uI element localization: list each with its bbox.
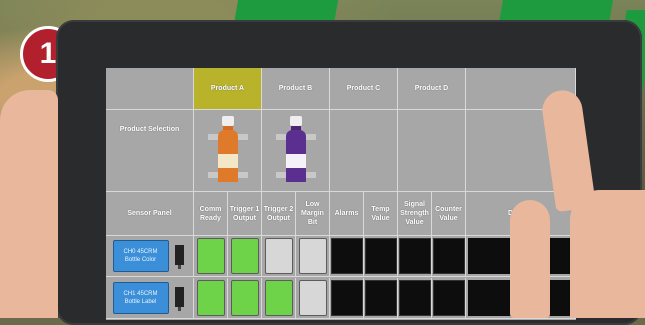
- counter-value-box: [432, 280, 465, 316]
- product-b-bottle-icon: [275, 115, 316, 182]
- comm-ready-header: Comm Ready: [194, 192, 228, 236]
- comm-ready-indicator: [196, 280, 225, 316]
- counter-value-cell: [432, 278, 466, 319]
- product-c-header[interactable]: Product C: [330, 68, 398, 110]
- product-a-header[interactable]: Product A: [194, 68, 262, 110]
- comm-ready-cell: [194, 278, 228, 319]
- product-b-image-cell[interactable]: [262, 110, 330, 192]
- trigger1-cell: [228, 236, 262, 277]
- alarms-value-box: [330, 238, 363, 274]
- product-a-image-cell[interactable]: [194, 110, 262, 192]
- trigger2-cell: [262, 278, 296, 319]
- signal-strength-box: [398, 280, 431, 316]
- sensor-desc: Bottle Label: [124, 299, 157, 305]
- product-b-header[interactable]: Product B: [262, 68, 330, 110]
- left-hand: [0, 90, 58, 318]
- signal-strength-header: Signal Strength Value: [398, 192, 432, 236]
- right-hand-touch-finger: [510, 200, 550, 318]
- sensor-name: CH1 45CRM: [123, 291, 158, 297]
- low-margin-cell: [296, 278, 330, 319]
- hmi-screen: Product A Product B Product C Product D …: [106, 68, 576, 320]
- counter-value-box: [432, 238, 465, 274]
- trigger1-indicator: [230, 280, 259, 316]
- counter-value-cell: [432, 236, 466, 277]
- low-margin-header: Low Margin Bit: [296, 192, 330, 236]
- signal-strength-cell: [398, 236, 432, 277]
- comm-ready-cell: [194, 236, 228, 277]
- sensor-panel-cell: CH1 45CRM Bottle Label: [106, 278, 194, 319]
- comm-ready-indicator: [196, 238, 225, 274]
- product-a-bottle-icon: [207, 115, 248, 182]
- trigger2-indicator: [264, 238, 293, 274]
- counter-value-header: Counter Value: [432, 192, 466, 236]
- product-d-header[interactable]: Product D: [398, 68, 466, 110]
- sensor-device-icon: [174, 245, 184, 269]
- temp-value-header: Temp Value: [364, 192, 398, 236]
- sensor-desc: Bottle Color: [124, 257, 157, 263]
- alarms-cell: [330, 236, 364, 277]
- temp-value-box: [364, 280, 397, 316]
- right-hand-palm: [570, 190, 645, 318]
- sensor-row: CH1 45CRM Bottle Label 23: [106, 278, 576, 319]
- sensor-ch1-button[interactable]: CH1 45CRM Bottle Label: [112, 282, 169, 314]
- temp-value-cell: [364, 236, 398, 277]
- sensor-row: CH0 45CRM Bottle Color RG 23: [106, 236, 576, 277]
- sensor-header-row: Sensor Panel Comm Ready Trigger 1 Output…: [106, 192, 576, 236]
- temp-value-cell: [364, 278, 398, 319]
- sensor-panel-header: Sensor Panel: [106, 192, 194, 236]
- sensor-name: CH0 45CRM: [123, 249, 158, 255]
- trigger2-cell: [262, 236, 296, 277]
- product-selection-label: Product Selection: [106, 68, 194, 192]
- alarms-cell: [330, 278, 364, 319]
- product-c-image-cell[interactable]: [330, 110, 398, 192]
- trigger1-cell: [228, 278, 262, 319]
- product-image-row: Product Selection: [106, 68, 576, 192]
- low-margin-cell: [296, 236, 330, 277]
- low-margin-indicator: [298, 238, 327, 274]
- product-d-image-cell[interactable]: [398, 110, 466, 192]
- sensor-panel-cell: CH0 45CRM Bottle Color: [106, 236, 194, 277]
- sensor-ch0-button[interactable]: CH0 45CRM Bottle Color: [112, 240, 169, 272]
- trigger1-header: Trigger 1 Output: [228, 192, 262, 236]
- low-margin-indicator: [298, 280, 327, 316]
- trigger2-indicator: [264, 280, 293, 316]
- alarms-header: Alarms: [330, 192, 364, 236]
- alarms-value-box: [330, 280, 363, 316]
- temp-value-box: [364, 238, 397, 274]
- sensor-device-icon: [174, 287, 184, 311]
- signal-strength-box: [398, 238, 431, 274]
- trigger2-header: Trigger 2 Output: [262, 192, 296, 236]
- trigger1-indicator: [230, 238, 259, 274]
- signal-strength-cell: [398, 278, 432, 319]
